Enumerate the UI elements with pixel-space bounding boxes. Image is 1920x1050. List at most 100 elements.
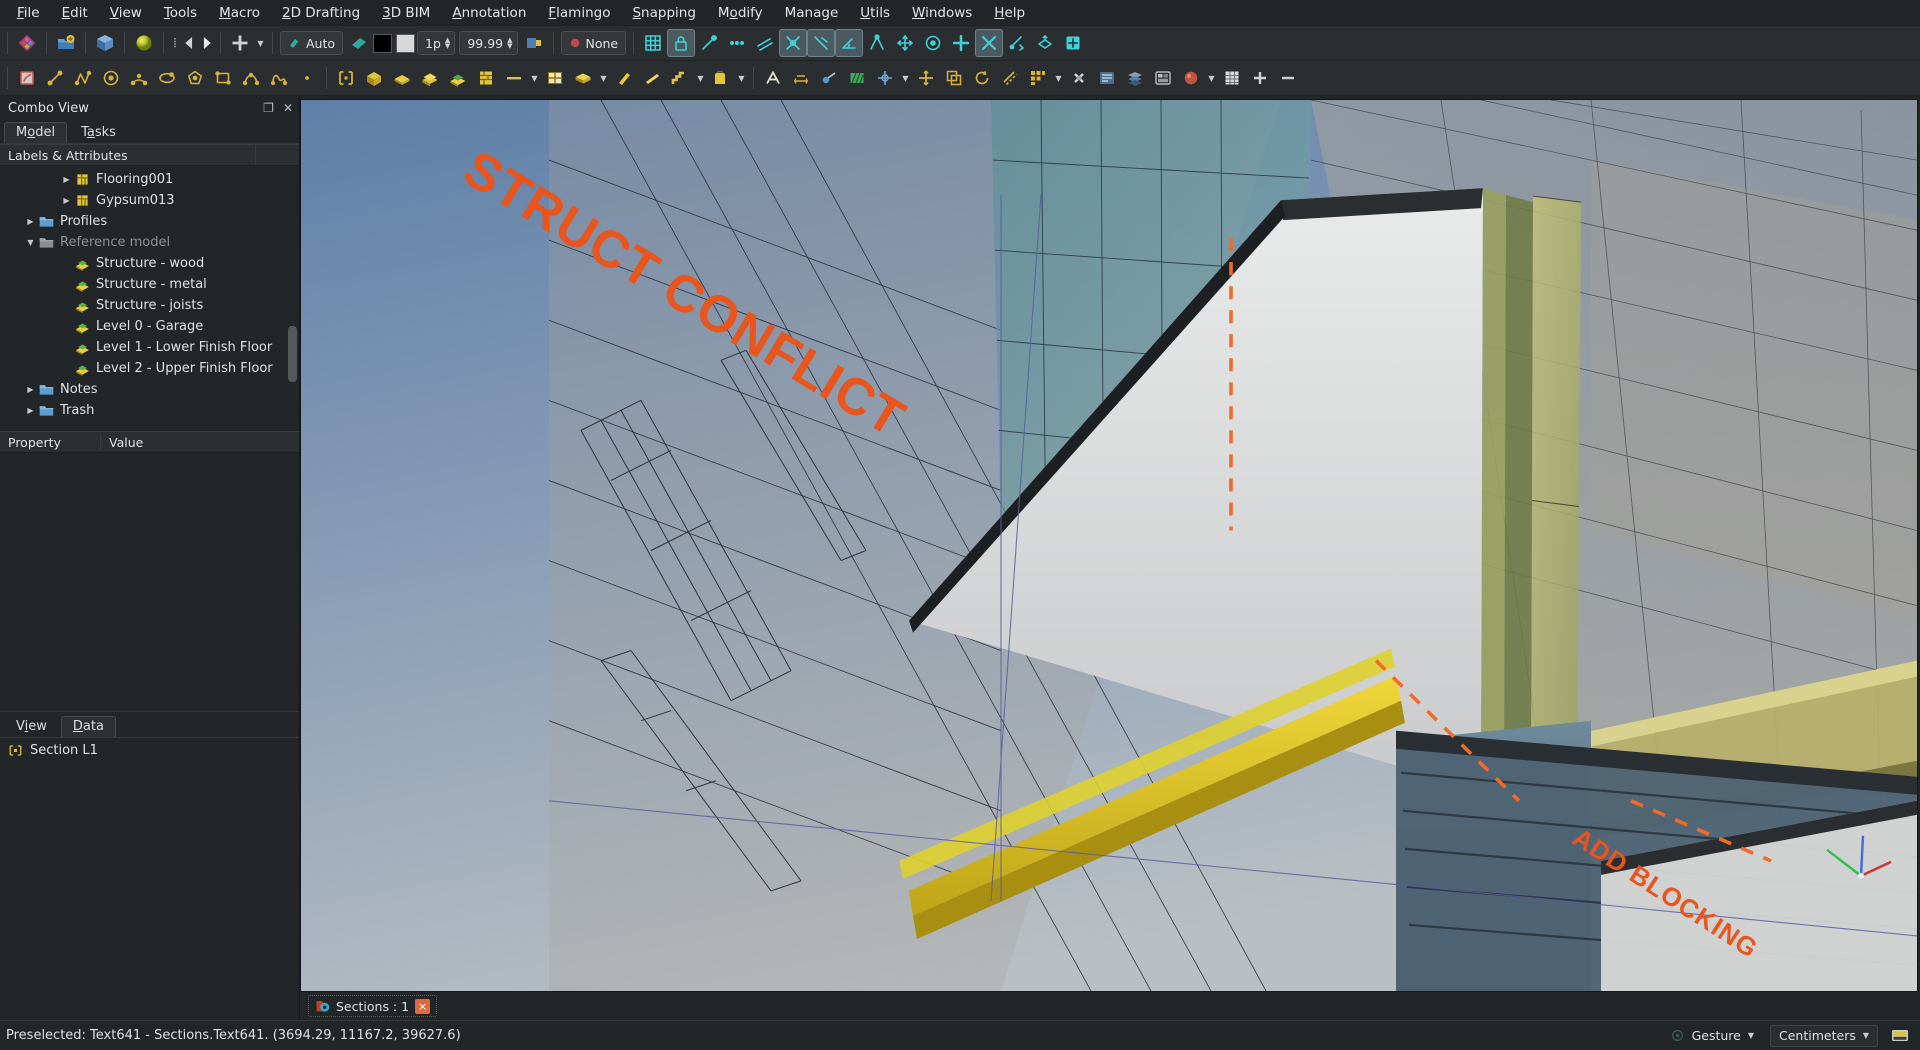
add-icon[interactable] bbox=[226, 29, 254, 57]
snap-special-icon[interactable] bbox=[863, 29, 891, 57]
draft-circle-icon[interactable] bbox=[97, 64, 125, 92]
navigation-style-control[interactable]: Gesture ▼ bbox=[1662, 1025, 1762, 1047]
util-add-icon[interactable] bbox=[1246, 64, 1274, 92]
unit-system-icon[interactable] bbox=[1886, 1022, 1914, 1050]
snap-intersection-icon[interactable] bbox=[779, 29, 808, 57]
menu-item-snapping[interactable]: Snapping bbox=[621, 2, 706, 24]
util-material-dropdown-icon[interactable]: ▼ bbox=[1205, 65, 1218, 91]
chevron-down-icon[interactable]: ▼ bbox=[24, 238, 37, 247]
bim-wall-icon[interactable] bbox=[472, 64, 500, 92]
undock-icon[interactable]: ❐ bbox=[263, 101, 274, 115]
draft-bezier-icon[interactable] bbox=[265, 64, 293, 92]
tree-item-gypsum013[interactable]: ▶ Gypsum013 bbox=[0, 190, 299, 211]
nav-forward-icon[interactable] bbox=[198, 29, 215, 57]
nav-back-icon[interactable] bbox=[181, 29, 198, 57]
bim-equipment-icon[interactable] bbox=[707, 64, 735, 92]
snap-angle-icon[interactable] bbox=[835, 29, 864, 57]
menu-item-utils[interactable]: Utils bbox=[849, 2, 901, 24]
annot-axis-icon[interactable] bbox=[871, 64, 899, 92]
tree-item-trash[interactable]: ▶ Trash bbox=[0, 400, 299, 421]
draft-polygon-icon[interactable] bbox=[181, 64, 209, 92]
chevron-right-icon[interactable]: ▶ bbox=[60, 196, 73, 205]
bim-stairs-dropdown-icon[interactable]: ▼ bbox=[694, 65, 707, 91]
chevron-down-icon[interactable]: ▼ bbox=[1748, 1031, 1754, 1040]
new-document-icon[interactable] bbox=[52, 29, 80, 57]
chevron-right-icon[interactable]: ▶ bbox=[24, 217, 37, 226]
util-schedule-icon[interactable] bbox=[1218, 64, 1246, 92]
apply-style-icon[interactable] bbox=[520, 29, 548, 57]
util-remove-icon[interactable] bbox=[1274, 64, 1302, 92]
draft-ellipse-icon[interactable] bbox=[153, 64, 181, 92]
menu-item-flamingo[interactable]: Flamingo bbox=[537, 2, 621, 24]
menu-item-windows[interactable]: Windows bbox=[901, 2, 983, 24]
line-color-swatch[interactable] bbox=[373, 33, 393, 53]
snap-lock-icon[interactable] bbox=[667, 29, 696, 57]
bim-rebar-icon[interactable] bbox=[638, 64, 666, 92]
snap-midpoint-icon[interactable] bbox=[723, 29, 751, 57]
bim-section-plane-icon[interactable] bbox=[332, 64, 360, 92]
tree-scrollbar[interactable] bbox=[288, 326, 297, 382]
transparency-field[interactable]: 99.99 ▲ ▼ bbox=[459, 31, 518, 55]
chevron-right-icon[interactable]: ▶ bbox=[24, 406, 37, 415]
tree-item-structure-joists[interactable]: Structure - joists bbox=[0, 295, 299, 316]
bim-site-icon[interactable] bbox=[388, 64, 416, 92]
snap-perpendicular-icon[interactable] bbox=[807, 29, 836, 57]
tree-item-level-2-upper-finish-floor[interactable]: Level 2 - Upper Finish Floor bbox=[0, 358, 299, 379]
add-dropdown-icon[interactable]: ▼ bbox=[254, 30, 267, 56]
util-layers-icon[interactable] bbox=[1121, 64, 1149, 92]
menu-item-edit[interactable]: Edit bbox=[51, 2, 99, 24]
draft-line-icon[interactable] bbox=[41, 64, 69, 92]
draft-rectangle-icon[interactable] bbox=[209, 64, 237, 92]
annot-text-icon[interactable] bbox=[759, 64, 787, 92]
tab-data[interactable]: Data bbox=[60, 715, 116, 737]
annotation-style-button[interactable]: None bbox=[560, 31, 627, 55]
mod-move-icon[interactable] bbox=[912, 64, 940, 92]
drag-handle-icon[interactable] bbox=[169, 29, 181, 57]
chevron-down-icon[interactable]: ▼ bbox=[1863, 1031, 1869, 1040]
document-tab-close-icon[interactable]: × bbox=[415, 998, 431, 1014]
working-plane-icon[interactable] bbox=[345, 29, 373, 57]
util-material-icon[interactable] bbox=[1177, 64, 1205, 92]
face-color-swatch[interactable] bbox=[396, 33, 416, 53]
bim-beam-dropdown-icon[interactable]: ▼ bbox=[528, 65, 541, 91]
menu-item-2d-drafting[interactable]: 2D Drafting bbox=[271, 2, 371, 24]
chevron-right-icon[interactable]: ▶ bbox=[60, 175, 73, 184]
util-ifc-icon[interactable] bbox=[1093, 64, 1121, 92]
annot-hatch-icon[interactable] bbox=[843, 64, 871, 92]
tree-item-level-1-lower-finish-floor[interactable]: Level 1 - Lower Finish Floor bbox=[0, 337, 299, 358]
bim-building-icon[interactable] bbox=[416, 64, 444, 92]
snap-ortho-icon[interactable] bbox=[891, 29, 919, 57]
mod-copy-icon[interactable] bbox=[940, 64, 968, 92]
tab-tasks[interactable]: Tasks bbox=[69, 122, 128, 143]
line-width-spinner[interactable]: ▲ ▼ bbox=[445, 37, 450, 50]
bim-slab-icon[interactable] bbox=[569, 64, 597, 92]
unit-system-control[interactable]: Centimeters ▼ bbox=[1770, 1024, 1878, 1047]
snap-working-plane-icon[interactable] bbox=[1031, 29, 1059, 57]
bim-level-icon[interactable] bbox=[444, 64, 472, 92]
tab-view[interactable]: View bbox=[4, 716, 59, 737]
util-views-icon[interactable] bbox=[1149, 64, 1177, 92]
snap-center-icon[interactable] bbox=[919, 29, 947, 57]
property-table-body[interactable] bbox=[0, 453, 299, 711]
annot-leader-icon[interactable] bbox=[815, 64, 843, 92]
tree-item-profiles[interactable]: ▶ Profiles bbox=[0, 211, 299, 232]
bim-equipment-dropdown-icon[interactable]: ▼ bbox=[735, 65, 748, 91]
tree-item-structure-wood[interactable]: Structure - wood bbox=[0, 253, 299, 274]
tree-item-level-0-garage[interactable]: Level 0 - Garage bbox=[0, 316, 299, 337]
annot-axis-dropdown-icon[interactable]: ▼ bbox=[899, 65, 912, 91]
menu-item-file[interactable]: File bbox=[6, 2, 51, 24]
document-tab-sections[interactable]: Sections : 1 × bbox=[308, 995, 438, 1017]
model-tree[interactable]: ▶ Flooring001 ▶ Gypsum013 ▶ Profiles ▼ Referenc… bbox=[0, 166, 299, 431]
menu-item-tools[interactable]: Tools bbox=[153, 2, 208, 24]
annot-dimension-icon[interactable] bbox=[787, 64, 815, 92]
snap-toggle-grid-icon[interactable] bbox=[1059, 29, 1087, 57]
snap-dimension-icon[interactable] bbox=[1003, 29, 1031, 57]
menu-item-help[interactable]: Help bbox=[983, 2, 1036, 24]
create-sphere-icon[interactable] bbox=[130, 29, 158, 57]
menu-item-macro[interactable]: Macro bbox=[208, 2, 271, 24]
bim-window-icon[interactable] bbox=[541, 64, 569, 92]
draft-sketch-icon[interactable] bbox=[13, 64, 41, 92]
tree-item-structure-metal[interactable]: Structure - metal bbox=[0, 274, 299, 295]
snap-extension-icon[interactable] bbox=[947, 29, 975, 57]
snap-grid-icon[interactable] bbox=[639, 29, 667, 57]
